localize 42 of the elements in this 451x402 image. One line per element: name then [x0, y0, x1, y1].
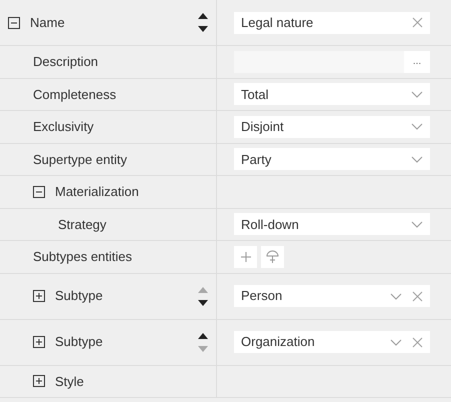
- dropdown[interactable]: Roll-down: [234, 213, 430, 236]
- chevron-down-icon[interactable]: [411, 90, 423, 98]
- expand-icon[interactable]: [33, 336, 45, 348]
- property-label: Style: [55, 372, 85, 391]
- dropdown[interactable]: Disjoint: [234, 116, 430, 138]
- chevron-down-icon[interactable]: [390, 338, 402, 346]
- description-field[interactable]: ...: [234, 50, 430, 73]
- dropdown[interactable]: Party: [234, 148, 430, 170]
- move-down-icon[interactable]: [198, 300, 208, 306]
- move-down-icon[interactable]: [198, 26, 208, 32]
- property-label: Name: [30, 14, 66, 32]
- close-icon[interactable]: [412, 17, 423, 28]
- umbrella-plus-icon: [266, 250, 279, 264]
- property-label: Exclusivity: [33, 118, 95, 136]
- close-icon[interactable]: [412, 290, 423, 302]
- property-label: Materialization: [55, 183, 140, 201]
- property-label: Completeness: [33, 86, 118, 104]
- collapse-icon[interactable]: [8, 16, 20, 28]
- ellipsis-button[interactable]: ...: [404, 50, 430, 73]
- expand-icon[interactable]: [33, 290, 45, 302]
- property-label: Description: [33, 53, 100, 71]
- collapse-icon[interactable]: [33, 186, 45, 198]
- dropdown[interactable]: Organization: [234, 331, 430, 353]
- property-label: Strategy: [58, 216, 108, 234]
- expand-icon[interactable]: [33, 375, 45, 388]
- chevron-down-icon[interactable]: [390, 292, 402, 300]
- text-field[interactable]: Legal nature: [234, 12, 430, 34]
- chevron-down-icon[interactable]: [411, 156, 423, 163]
- dropdown[interactable]: Person: [234, 285, 430, 307]
- dropdown[interactable]: Total: [234, 83, 430, 106]
- property-label: Supertype entity: [33, 150, 128, 169]
- property-label: Subtype: [55, 333, 104, 352]
- move-up-icon[interactable]: [198, 332, 208, 338]
- chevron-down-icon[interactable]: [411, 220, 423, 228]
- property-label: Subtype: [55, 287, 104, 306]
- property-label: Subtypes entities: [33, 248, 134, 266]
- move-up-icon[interactable]: [198, 13, 208, 19]
- close-icon[interactable]: [412, 336, 423, 348]
- add-subtype-button[interactable]: [261, 246, 284, 268]
- add-button[interactable]: [234, 246, 257, 268]
- plus-icon: [240, 252, 250, 262]
- chevron-down-icon[interactable]: [411, 123, 423, 130]
